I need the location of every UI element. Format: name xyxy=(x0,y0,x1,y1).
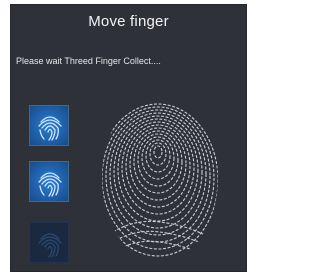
fingerprint-capture-dialog: Move finger Please wait Threed Finger Co… xyxy=(10,4,247,272)
status-message: Please wait Threed Finger Collect.... xyxy=(16,56,161,66)
fingerprint-icon xyxy=(38,233,62,258)
fingerprint-icon xyxy=(38,116,62,141)
finger-thumbnail-3 xyxy=(29,222,69,263)
finger-thumbnail-1 xyxy=(29,105,69,146)
fingerprint-icon xyxy=(38,172,62,197)
finger-thumbnail-2 xyxy=(29,161,69,202)
dialog-title: Move finger xyxy=(88,13,169,30)
fingerprint-scan-image xyxy=(102,103,218,259)
